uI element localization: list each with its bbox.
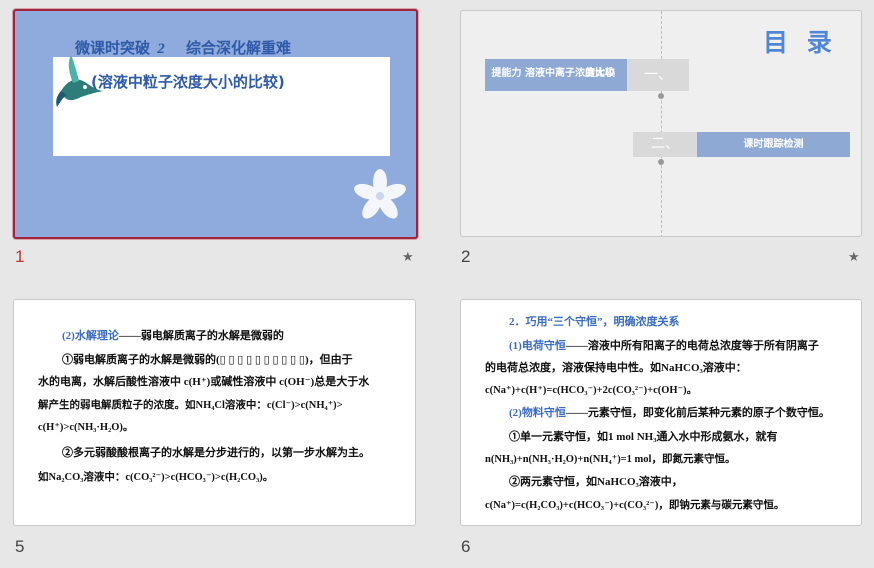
timeline-line [661,11,662,236]
toc-item-2-label: 课时跟踪检测 [697,132,850,157]
slide5-line-1: (2)水解理论——弱电解质离子的水解是微弱的 [62,330,284,343]
slide6-line-9: c(Na⁺)=c(H₂CO₃)+c(HCO₃⁻)+c(CO₃²⁻)，即钠元素与碳… [485,500,785,511]
slide5-line-5: c(H⁺)>c(NH₃·H₂O)。 [38,422,134,433]
slide5-line-2: ①弱电解质离子的水解是微弱的(▯ ▯ ▯ ▯ ▯ ▯ ▯ ▯ ▯ ▯)，但由于 [62,354,353,366]
toc-item-2-number: 二、 [633,132,697,157]
toc-item-1-label: 提能力 溶液中离子浓度大小 的比较 [485,59,627,91]
charge-conservation-text: ——溶液中所有阳离子的电荷总浓度等于所有阴离子 [565,340,819,352]
slide-thumbnail-6[interactable]: 2．巧用“三个守恒”，明确浓度关系 (1)电荷守恒——溶液中所有阳离子的电荷总浓… [460,299,862,526]
slide6-line-2: (1)电荷守恒——溶液中所有阳离子的电荷总浓度等于所有阴离子 [509,340,819,353]
slide6-line-6: ①单一元素守恒，如1 mol NH₃通入水中形成氨水，就有 [509,431,778,443]
slide-number-6: 6 [461,537,471,556]
slide5-line-6: ②多元弱酸酸根离子的水解是分步进行的，以第一步水解为主。 [62,447,370,459]
title-prefix: 微课时突破 [75,39,151,57]
slide-number-2: 2 [461,247,471,266]
material-conservation-label: (2)物料守恒 [509,407,566,419]
slide6-line-7: n(NH₃)+n(NH₃·H₂O)+n(NH₄⁺)=1 mol，即氮元素守恒。 [485,454,736,465]
title-number: 2 [157,41,165,57]
slide6-line-5: (2)物料守恒——元素守恒，即变化前后某种元素的原子个数守恒。 [509,407,830,420]
slide5-line-7: 如Na₂CO₃溶液中：c(CO₃²⁻)>c(HCO₃⁻)>c(H₂CO₃)。 [38,472,274,483]
material-conservation-text: ——元素守恒，即变化前后某种元素的原子个数守恒。 [565,407,830,419]
slide-number-5: 5 [15,537,25,556]
star-icon: ★ [848,250,860,265]
toc-item-1-line2: 的比较 [585,68,615,79]
title-main: 综合深化解重难 [185,39,291,57]
toc-heading: 目 录 [763,28,837,57]
slide6-line-3: 的电荷总浓度，溶液保持电中性。如NaHCO₃溶液中： [485,362,747,374]
slide-thumbnail-1[interactable]: 微课时突破 2 综合深化解重难 (溶液中粒子浓度大小的比较) [13,9,418,239]
star-icon: ★ [402,250,414,265]
slide5-line-4: 解产生的弱电解质粒子的浓度。如NH₄Cl溶液中：c(Cl⁻)>c(NH₄⁺)> [38,400,343,411]
timeline-dot [658,93,664,99]
slide-number-1: 1 [15,247,25,266]
slide5-line-3: 水的电离，水解后酸性溶液中 c(H⁺)或碱性溶液中 c(OH⁻)总是大于水 [38,376,370,388]
slide-thumbnail-5[interactable]: (2)水解理论——弱电解质离子的水解是微弱的 ①弱电解质离子的水解是微弱的(▯ … [13,299,416,526]
flower-icon [354,169,406,219]
slide1-title: 微课时突破 2 综合深化解重难 [75,37,291,58]
timeline-dot [658,159,664,165]
slide6-line-8: ②两元素守恒，如NaHCO₃溶液中， [509,476,683,488]
hydrolysis-theory-text: ——弱电解质离子的水解是微弱的 [118,330,284,342]
hydrolysis-theory-label: (2)水解理论 [62,330,119,342]
charge-conservation-label: (1)电荷守恒 [509,340,566,352]
slide-thumbnail-2[interactable]: 目 录 提能力 溶液中离子浓度大小 的比较 一、 二、 课时跟踪检测 [460,10,862,237]
toc-item-1-number: 一、 [627,59,689,91]
slide1-subtitle: (溶液中粒子浓度大小的比较) [91,73,285,91]
slide6-line-1: 2．巧用“三个守恒”，明确浓度关系 [509,316,680,328]
slide6-line-4: c(Na⁺)+c(H⁺)=c(HCO₃⁻)+2c(CO₃²⁻)+c(OH⁻)。 [485,385,698,396]
